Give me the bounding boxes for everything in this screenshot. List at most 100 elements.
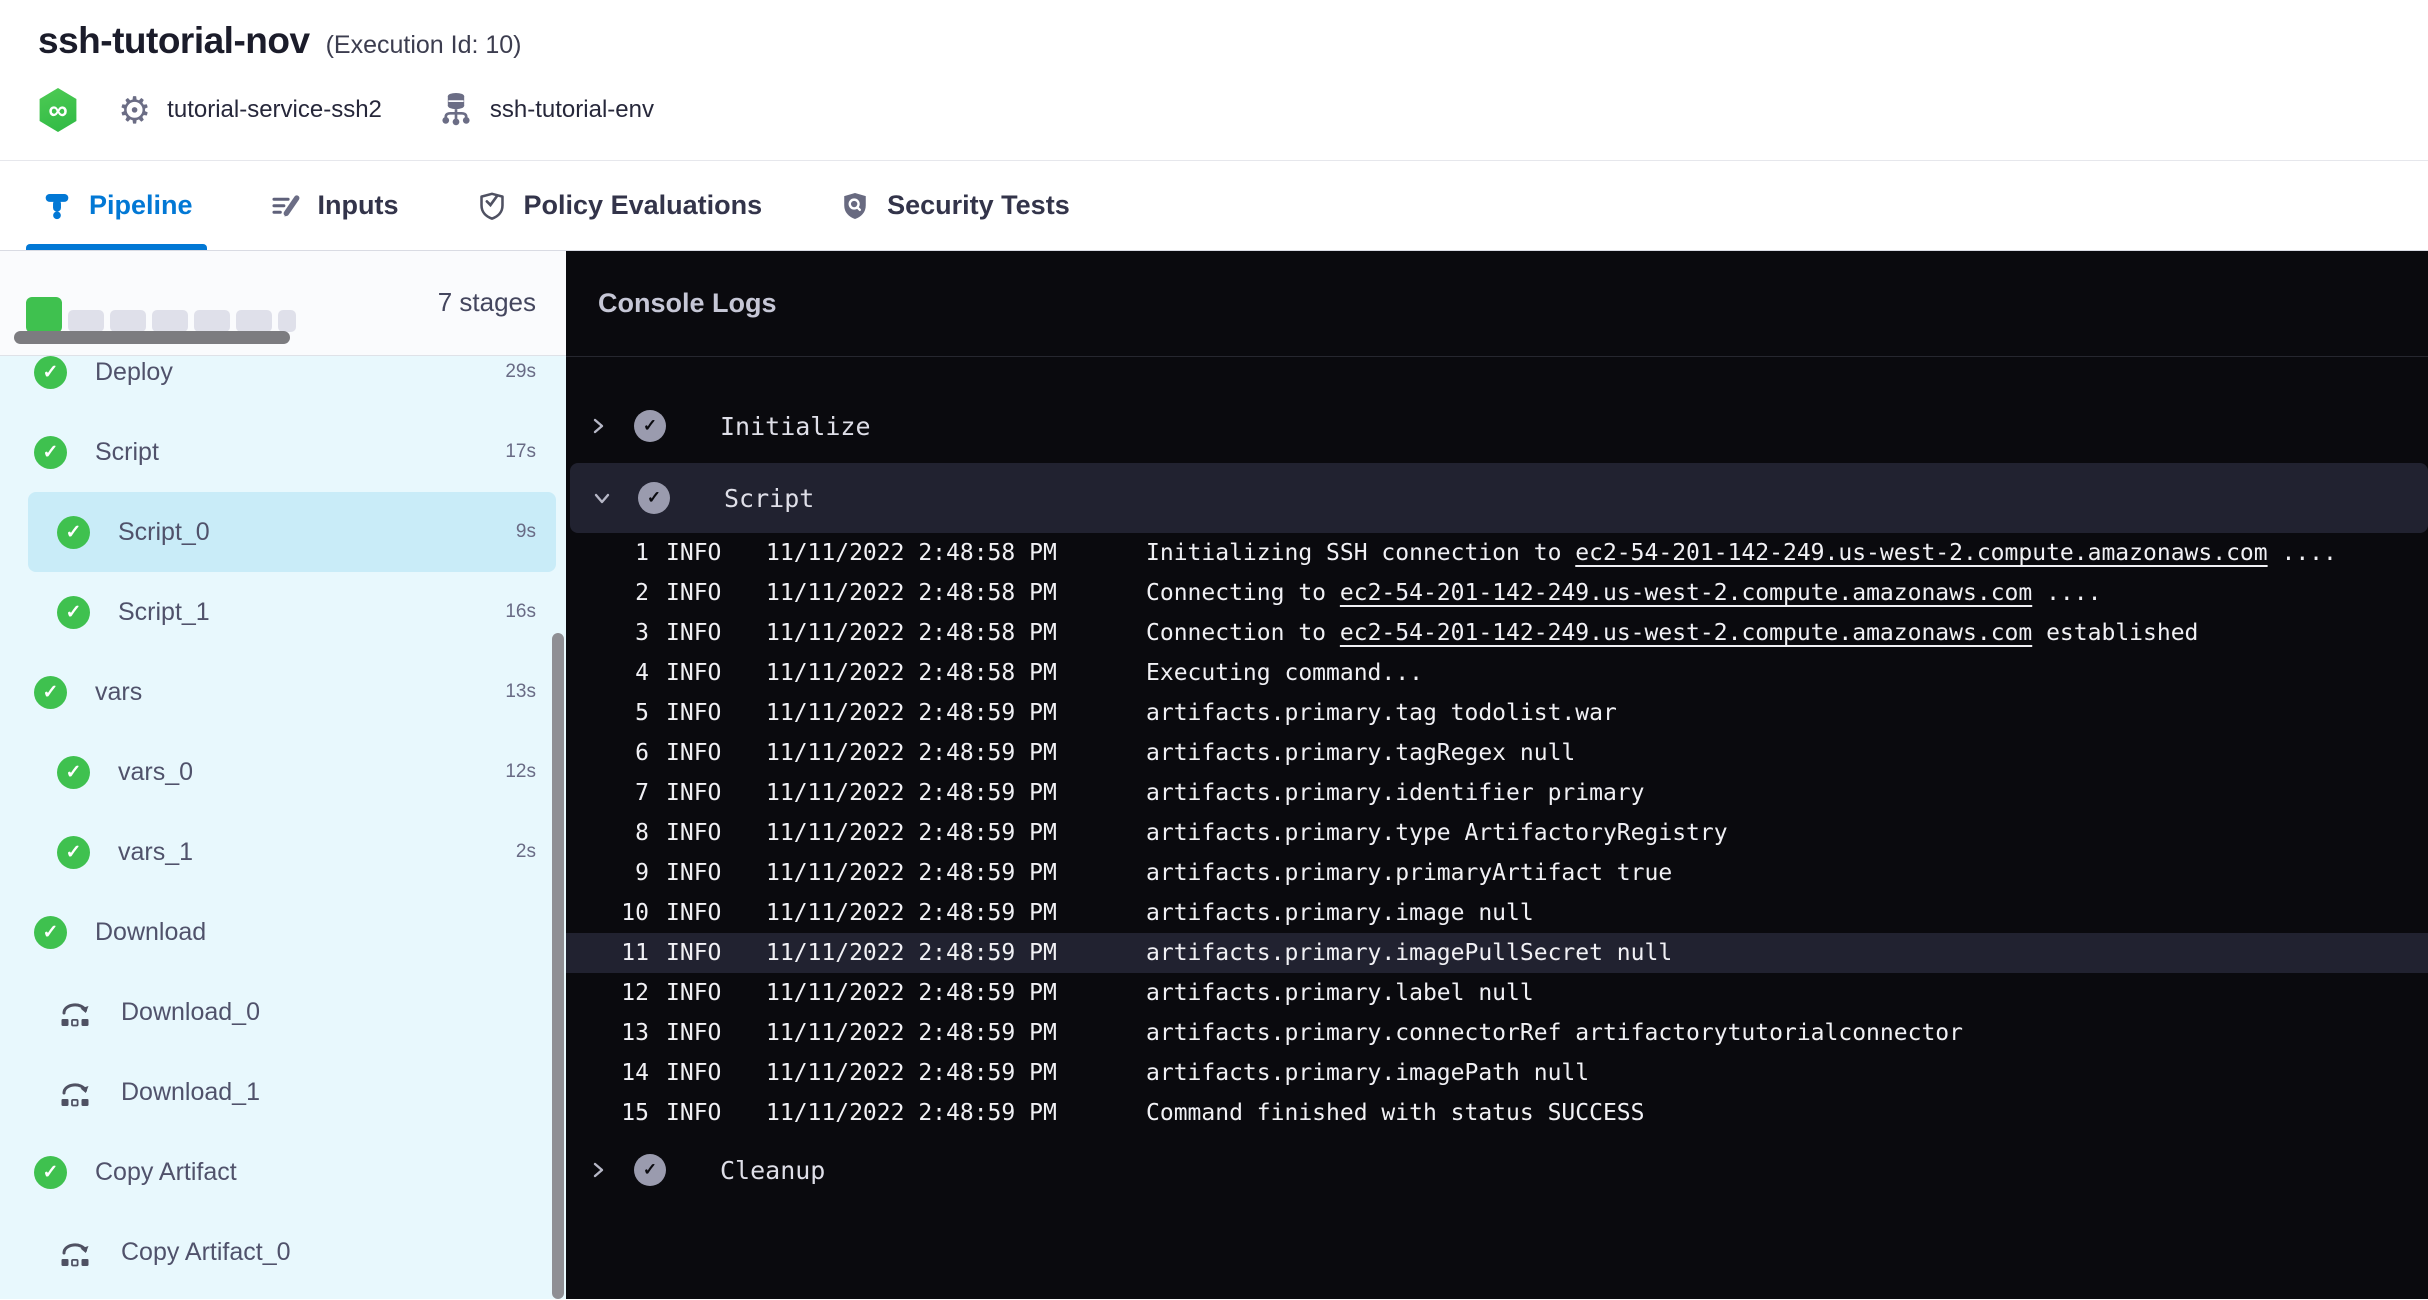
log-timestamp: 11/11/2022 2:48:59 PM (766, 1020, 1146, 1046)
log-text: Connection to (1146, 620, 1340, 646)
log-level: INFO (649, 1100, 766, 1126)
tab-policy-evaluations[interactable]: Policy Evaluations (475, 161, 763, 250)
log-line-number: 13 (566, 1020, 649, 1046)
log-section-initialize[interactable]: ✓ Initialize (566, 395, 2428, 457)
log-line: 9 INFO 11/11/2022 2:48:59 PM artifacts.p… (566, 853, 2428, 893)
stage-duration: 12s (505, 761, 536, 783)
log-text: artifacts.primary.primaryArtifact true (1146, 860, 1672, 886)
stage-duration: 13s (505, 681, 536, 703)
execution-content: 7 stages ✓ Deploy 29s ✓ Script 17s ✓ Scr… (0, 251, 2428, 1299)
log-message: Connecting to ec2-54-201-142-249.us-west… (1146, 580, 2428, 606)
log-level: INFO (649, 580, 766, 606)
policy-evaluations-icon (475, 189, 509, 223)
tab-bar: Pipeline Inputs Policy Evaluations (0, 161, 2428, 251)
stage-row-download-0[interactable]: Download_0 (28, 972, 556, 1052)
console-header: Console Logs (566, 251, 2428, 357)
section-success-check-icon: ✓ (634, 410, 666, 442)
log-text: established (2032, 620, 2198, 646)
stage-progress-segment (26, 297, 62, 333)
stage-list-vertical-scrollbar[interactable] (552, 633, 564, 1299)
log-line: 12 INFO 11/11/2022 2:48:59 PM artifacts.… (566, 973, 2428, 1013)
log-line-number: 12 (566, 980, 649, 1006)
log-timestamp: 11/11/2022 2:48:59 PM (766, 740, 1146, 766)
stage-duration: 2s (516, 841, 536, 863)
log-message: artifacts.primary.identifier primary (1146, 780, 2428, 806)
stage-label: Download_0 (121, 998, 536, 1027)
stage-row-script-1[interactable]: ✓ Script_1 16s (28, 572, 556, 652)
execution-id-label: (Execution Id: 10) (326, 31, 522, 60)
execution-header: ssh-tutorial-nov (Execution Id: 10) ∞ ⚙ … (0, 0, 2428, 161)
log-message: artifacts.primary.label null (1146, 980, 2428, 1006)
stage-row-vars-0[interactable]: ✓ vars_0 12s (28, 732, 556, 812)
looped-step-icon (57, 1236, 93, 1269)
log-line-number: 15 (566, 1100, 649, 1126)
stage-label: Download (95, 918, 536, 947)
log-message: artifacts.primary.connectorRef artifacto… (1146, 1020, 2428, 1046)
looped-step-icon (57, 996, 93, 1029)
log-line-number: 14 (566, 1060, 649, 1086)
log-hostname-link[interactable]: ec2-54-201-142-249.us-west-2.compute.ama… (1340, 620, 2032, 646)
stage-row-script[interactable]: ✓ Script 17s (28, 412, 556, 492)
stage-row-vars[interactable]: ✓ vars 13s (28, 652, 556, 732)
chevron-down-icon (593, 489, 611, 507)
log-timestamp: 11/11/2022 2:48:59 PM (766, 980, 1146, 1006)
stage-label: Script (95, 438, 505, 467)
log-section-script[interactable]: ✓ Script (570, 463, 2428, 533)
log-line-number: 8 (566, 820, 649, 846)
stage-row-vars-1[interactable]: ✓ vars_1 2s (28, 812, 556, 892)
log-hostname-link[interactable]: ec2-54-201-142-249.us-west-2.compute.ama… (1340, 580, 2032, 606)
stage-label: vars (95, 678, 505, 707)
tab-label: Inputs (318, 190, 399, 221)
meta-row: ∞ ⚙ tutorial-service-ssh2 ssh-tutorial-e… (38, 88, 2428, 132)
stage-strip-horizontal-scrollbar[interactable] (14, 331, 290, 344)
inputs-icon (269, 189, 303, 223)
log-text: artifacts.primary.type ArtifactoryRegist… (1146, 820, 1728, 846)
tab-security-tests[interactable]: Security Tests (838, 161, 1070, 250)
stage-label: Download_1 (121, 1078, 536, 1107)
log-timestamp: 11/11/2022 2:48:58 PM (766, 580, 1146, 606)
stage-list: ✓ Deploy 29s ✓ Script 17s ✓ Script_0 9s … (0, 356, 566, 1298)
console-title: Console Logs (598, 288, 777, 319)
stage-row-copy-artifact[interactable]: ✓ Copy Artifact (28, 1132, 556, 1212)
log-line-number: 10 (566, 900, 649, 926)
log-message: artifacts.primary.imagePath null (1146, 1060, 2428, 1086)
stage-label: Script_0 (118, 518, 516, 547)
stage-success-check-icon: ✓ (34, 436, 67, 469)
chevron-right-icon (589, 1161, 607, 1179)
log-timestamp: 11/11/2022 2:48:59 PM (766, 900, 1146, 926)
tab-inputs[interactable]: Inputs (269, 161, 399, 250)
log-message: artifacts.primary.type ArtifactoryRegist… (1146, 820, 2428, 846)
stage-row-deploy[interactable]: ✓ Deploy 29s (28, 356, 556, 412)
environment-name: ssh-tutorial-env (490, 96, 654, 124)
stage-success-check-icon: ✓ (57, 756, 90, 789)
stage-row-download-1[interactable]: Download_1 (28, 1052, 556, 1132)
log-timestamp: 11/11/2022 2:48:59 PM (766, 700, 1146, 726)
log-level: INFO (649, 1020, 766, 1046)
stage-row-copy-artifact-0[interactable]: Copy Artifact_0 (28, 1212, 556, 1292)
log-message: Initializing SSH connection to ec2-54-20… (1146, 540, 2428, 566)
stage-row-download[interactable]: ✓ Download (28, 892, 556, 972)
stage-progress-segment (278, 310, 296, 332)
log-text: Command finished with status SUCCESS (1146, 1100, 1645, 1126)
stage-row-script-0[interactable]: ✓ Script_0 9s (28, 492, 556, 572)
section-label: Cleanup (720, 1156, 825, 1185)
log-line: 3 INFO 11/11/2022 2:48:58 PM Connection … (566, 613, 2428, 653)
log-text: artifacts.primary.tag todolist.war (1146, 700, 1617, 726)
log-hostname-link[interactable]: ec2-54-201-142-249.us-west-2.compute.ama… (1575, 540, 2267, 566)
log-line-number: 2 (566, 580, 649, 606)
log-section-cleanup[interactable]: ✓ Cleanup (566, 1139, 2428, 1201)
console-log-area: ✓ Initialize ✓ Script 1 INFO 11/11/2022 … (566, 357, 2428, 1201)
log-level: INFO (649, 820, 766, 846)
environment-icon (438, 89, 474, 132)
tab-label: Policy Evaluations (524, 190, 763, 221)
log-timestamp: 11/11/2022 2:48:58 PM (766, 620, 1146, 646)
chevron-right-icon (589, 417, 607, 435)
log-line-number: 9 (566, 860, 649, 886)
tab-pipeline[interactable]: Pipeline (40, 161, 193, 250)
log-text: .... (2268, 540, 2337, 566)
stage-progress-strip[interactable] (26, 297, 296, 333)
log-text: artifacts.primary.tagRegex null (1146, 740, 1575, 766)
stages-sidebar: 7 stages ✓ Deploy 29s ✓ Script 17s ✓ Scr… (0, 251, 566, 1299)
log-text: Initializing SSH connection to (1146, 540, 1575, 566)
log-timestamp: 11/11/2022 2:48:59 PM (766, 1100, 1146, 1126)
